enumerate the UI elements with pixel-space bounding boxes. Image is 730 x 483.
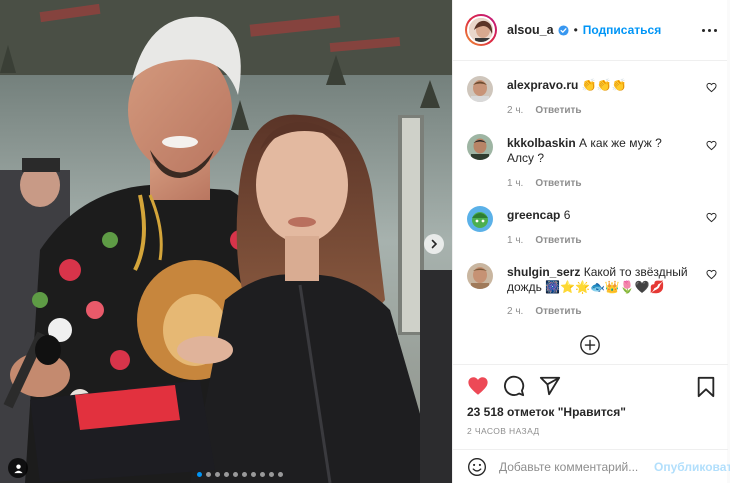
author-avatar[interactable] <box>465 14 497 46</box>
comment-body: kkkolbaskin А как же муж ? Алсу ? <box>507 136 692 166</box>
comment-composer: Опубликовать <box>453 449 730 483</box>
heart-outline-icon[interactable] <box>706 140 717 151</box>
comment-meta: 2 ч. Ответить <box>507 105 582 116</box>
comment-input[interactable] <box>499 459 654 474</box>
carousel-dot <box>269 472 274 477</box>
load-more-comments-icon[interactable] <box>579 334 601 356</box>
smiley-icon <box>468 457 486 476</box>
photo-illustration <box>0 0 452 483</box>
post-photo[interactable] <box>0 0 452 483</box>
avatar-photo <box>467 263 493 289</box>
carousel-dot <box>206 472 211 477</box>
heart-outline-icon[interactable] <box>706 82 717 93</box>
header-separator: • <box>573 23 578 37</box>
likes-count[interactable]: 23 518 отметок "Нравится" <box>467 405 626 419</box>
carousel-dot <box>215 472 220 477</box>
post-modal: alsou_a • Подписаться alexpravo.ru 👏👏👏 2… <box>0 0 730 483</box>
carousel-dot <box>251 472 256 477</box>
carousel-dot <box>278 472 283 477</box>
carousel-dot <box>242 472 247 477</box>
carousel-dot <box>197 472 202 477</box>
commenter-avatar[interactable] <box>467 134 493 160</box>
comment-body: greencap 6 <box>507 208 692 223</box>
comment-username[interactable]: shulgin_serz <box>507 265 580 279</box>
carousel-next-button[interactable] <box>424 234 444 254</box>
comment-time[interactable]: 1 ч. <box>507 178 523 189</box>
reply-button[interactable]: Ответить <box>535 235 581 246</box>
more-options-icon[interactable] <box>702 28 717 32</box>
comment-username[interactable]: alexpravo.ru <box>507 78 578 92</box>
share-paper-plane-icon[interactable] <box>539 375 561 397</box>
avatar-photo <box>467 206 493 232</box>
comments-list: alexpravo.ru 👏👏👏 2 ч. Ответить kkkolbask… <box>453 62 728 364</box>
commenter-avatar[interactable] <box>467 206 493 232</box>
avatar-photo <box>469 18 493 42</box>
comment-username[interactable]: kkkolbaskin <box>507 136 576 150</box>
bookmark-icon[interactable] <box>696 376 716 398</box>
post-timestamp[interactable]: 2 ЧАСОВ НАЗАД <box>467 426 540 436</box>
user-tag-icon <box>13 463 23 473</box>
commenter-avatar[interactable] <box>467 263 493 289</box>
comment-username[interactable]: greencap <box>507 208 560 222</box>
avatar-photo <box>467 134 493 160</box>
heart-outline-icon[interactable] <box>706 212 717 223</box>
comment-bubble-icon[interactable] <box>503 375 525 397</box>
comment-time[interactable]: 1 ч. <box>507 235 523 246</box>
emoji-button[interactable] <box>467 457 487 477</box>
carousel-dot <box>260 472 265 477</box>
verified-badge-icon <box>558 24 569 36</box>
post-actions: 23 518 отметок "Нравится" 2 ЧАСОВ НАЗАД <box>453 364 728 449</box>
comment-text: 👏👏👏 <box>581 78 627 92</box>
author-username[interactable]: alsou_a <box>507 23 554 37</box>
user-tag-button[interactable] <box>8 458 28 478</box>
comment-time[interactable]: 2 ч. <box>507 306 523 317</box>
comment-meta: 2 ч. Ответить <box>507 306 582 317</box>
comment-meta: 1 ч. Ответить <box>507 178 582 189</box>
reply-button[interactable]: Ответить <box>535 105 581 116</box>
reply-button[interactable]: Ответить <box>535 306 581 317</box>
heart-filled-icon[interactable] <box>467 375 489 397</box>
avatar-photo <box>467 76 493 102</box>
carousel-indicator <box>197 472 283 477</box>
chevron-right-icon <box>431 239 438 249</box>
post-header: alsou_a • Подписаться <box>453 0 727 61</box>
post-sidebar: alsou_a • Подписаться alexpravo.ru 👏👏👏 2… <box>452 0 730 483</box>
comment-text: 6 <box>563 208 571 222</box>
author-avatar-image <box>467 16 495 44</box>
comment-time[interactable]: 2 ч. <box>507 105 523 116</box>
carousel-dot <box>224 472 229 477</box>
follow-button[interactable]: Подписаться <box>583 23 661 37</box>
heart-outline-icon[interactable] <box>706 269 717 280</box>
reply-button[interactable]: Ответить <box>535 178 581 189</box>
comment-body: alexpravo.ru 👏👏👏 <box>507 78 692 93</box>
commenter-avatar[interactable] <box>467 76 493 102</box>
comment-meta: 1 ч. Ответить <box>507 235 582 246</box>
publish-button[interactable]: Опубликовать <box>654 460 730 474</box>
carousel-dot <box>233 472 238 477</box>
comment-body: shulgin_serz Какой то звёздный дождь 🎆⭐🌟… <box>507 265 692 295</box>
